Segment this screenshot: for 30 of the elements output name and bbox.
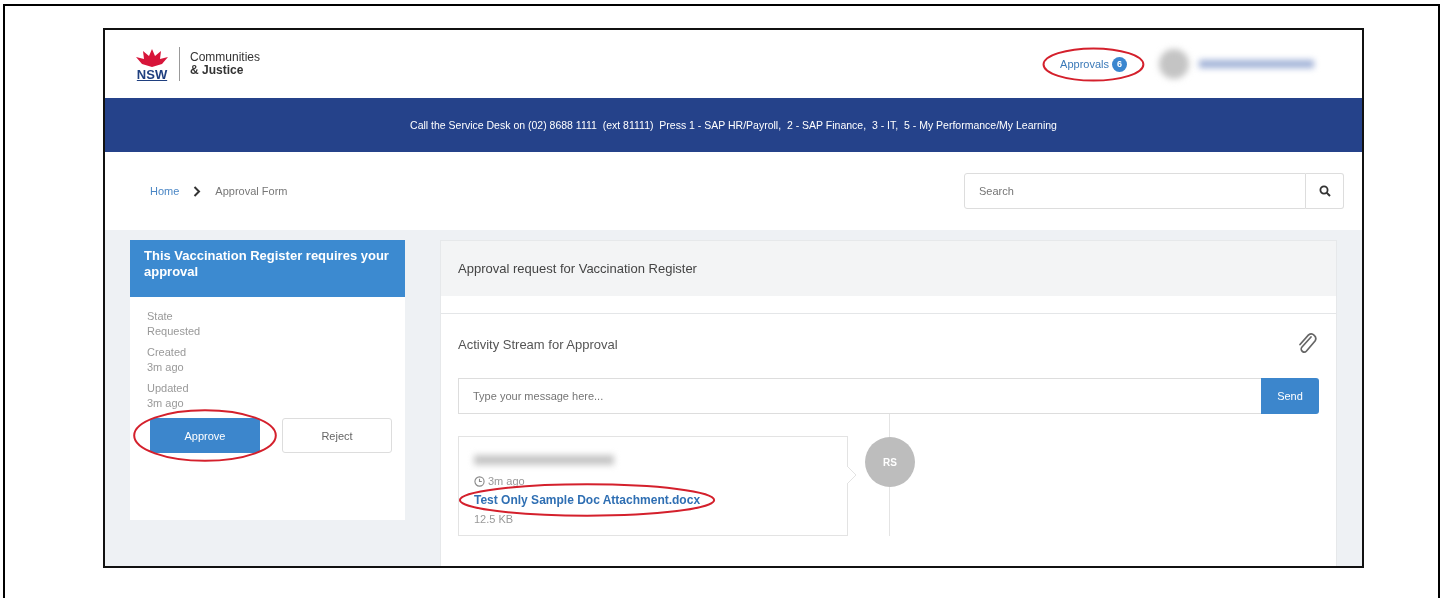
field-label: State <box>147 310 174 322</box>
search-button[interactable] <box>1306 173 1344 209</box>
send-button[interactable]: Send <box>1261 378 1319 414</box>
breadcrumb-link[interactable]: Home <box>150 185 180 197</box>
panel-title: Approval request for Vaccination Register <box>441 241 1336 296</box>
field-value: 3m ago <box>147 361 185 373</box>
chevron-right-icon <box>193 185 202 197</box>
file-size: 12.5 KB <box>474 513 515 525</box>
approve-button[interactable]: Approve <box>150 418 260 453</box>
field-value: Requested <box>147 325 202 337</box>
reject-button[interactable]: Reject <box>282 418 392 453</box>
waratah-icon <box>135 47 169 68</box>
field-value: 3m ago <box>147 397 185 409</box>
department-name: & Justice <box>190 64 245 77</box>
clock-icon <box>474 475 485 487</box>
field-label: Created <box>147 346 188 358</box>
paperclip-icon[interactable] <box>1297 332 1319 356</box>
search-icon <box>1318 185 1331 197</box>
card-title: This Vaccination Register requires your approval <box>130 240 405 297</box>
service-desk-banner: Call the Service Desk on (02) 8688 1111 (ext 81111) Press 1 - SAP HR/Payroll, 2 - SAP Finance, 3 - IT, 5 - My Performance/My Learning <box>105 98 1362 152</box>
count-badge: 6 <box>1112 56 1127 72</box>
department-name: Communities <box>190 51 261 64</box>
logo-wordmark: NSW <box>136 67 168 81</box>
message-field[interactable]: Type your message here... <box>458 378 1261 414</box>
section-title: Activity Stream for Approval <box>458 336 618 352</box>
initials-avatar: RS <box>865 437 915 487</box>
field-label: Updated <box>147 382 190 394</box>
search-field[interactable]: Search <box>964 173 1306 209</box>
timestamp: 3m ago <box>488 475 525 487</box>
breadcrumb-current: Approval Form <box>215 185 288 197</box>
